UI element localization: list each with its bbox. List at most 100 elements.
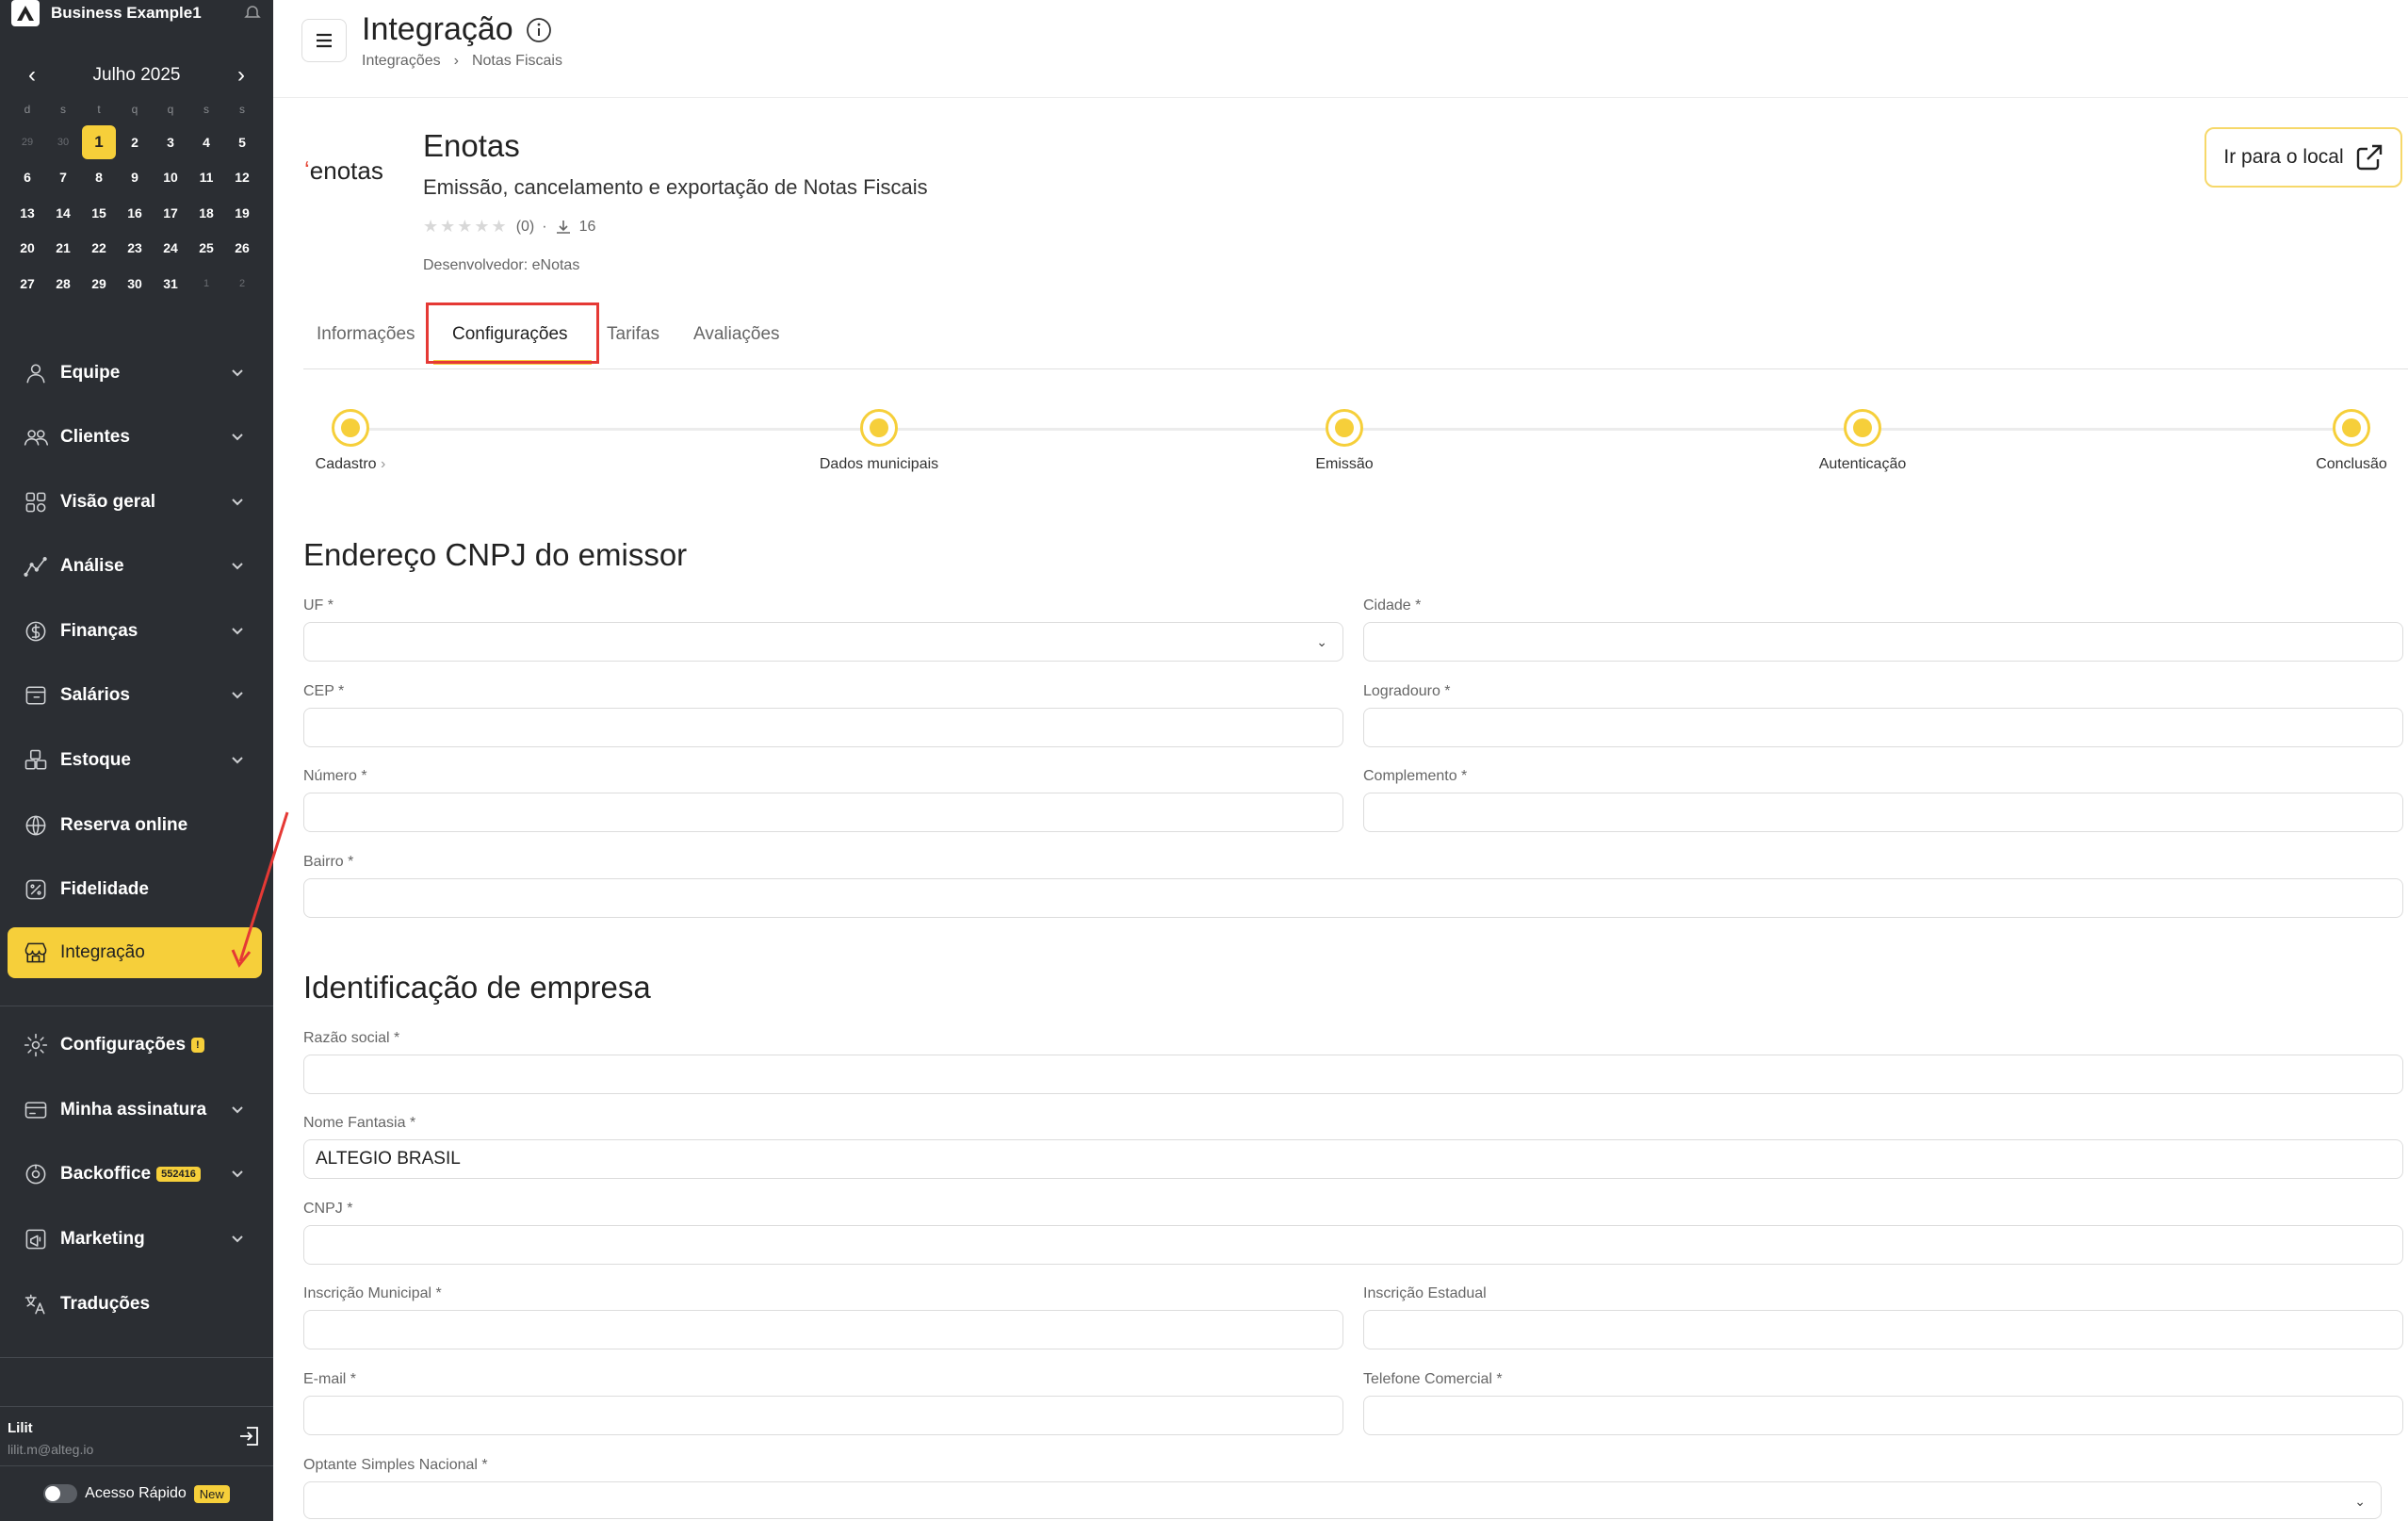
step-dados-municipais[interactable]: Dados municipais: [785, 403, 973, 473]
calendar-day[interactable]: 29: [81, 266, 117, 302]
calendar-day[interactable]: 23: [117, 231, 153, 267]
step-emissao[interactable]: Emissão: [1250, 403, 1439, 473]
cep-field[interactable]: [303, 708, 1343, 747]
complemento-field[interactable]: [1363, 793, 2403, 832]
chevron-down-icon: [232, 1170, 243, 1178]
inscricao-municipal-field[interactable]: [303, 1310, 1343, 1349]
calendar-day[interactable]: 31: [153, 266, 188, 302]
calendar-day[interactable]: 16: [117, 195, 153, 231]
logout-icon[interactable]: [237, 1424, 262, 1448]
cidade-field[interactable]: [1363, 622, 2403, 662]
sidebar-item-backoffice[interactable]: Backoffice 552416: [8, 1149, 262, 1200]
step-cadastro[interactable]: Cadastro ›: [256, 403, 445, 473]
megaphone-icon: [21, 1224, 51, 1254]
bell-icon[interactable]: [243, 4, 262, 23]
sidebar-item-analise[interactable]: Análise: [8, 541, 262, 592]
chart-icon: [21, 551, 51, 581]
sidebar-item-estoque[interactable]: Estoque: [8, 735, 262, 786]
calendar-day[interactable]: 17: [153, 195, 188, 231]
sidebar-item-integracao[interactable]: Integração: [8, 927, 262, 978]
sidebar-item-minha-assinatura[interactable]: Minha assinatura: [8, 1085, 262, 1136]
calendar-day[interactable]: 13: [9, 195, 45, 231]
calendar-day[interactable]: 1: [188, 266, 224, 302]
calendar-day[interactable]: 29: [9, 124, 45, 160]
menu-toggle-button[interactable]: [301, 19, 347, 62]
tab-avaliacoes[interactable]: Avaliações: [693, 324, 780, 345]
calendar-day[interactable]: 19: [224, 195, 260, 231]
business-switcher[interactable]: Business Example1: [11, 0, 262, 26]
sidebar-item-visao-geral[interactable]: Visão geral: [8, 477, 262, 528]
calendar-day[interactable]: 2: [224, 266, 260, 302]
sidebar-item-equipe[interactable]: Equipe: [8, 348, 262, 399]
calendar-day[interactable]: 30: [45, 124, 81, 160]
chevron-left-icon[interactable]: ‹: [23, 62, 41, 89]
calendar-day[interactable]: 18: [188, 195, 224, 231]
sidebar-item-financas[interactable]: Finanças: [8, 606, 262, 657]
breadcrumb-integracoes[interactable]: Integrações: [362, 53, 441, 70]
cnpj-field[interactable]: [303, 1225, 2403, 1265]
weekday-label: d: [24, 103, 31, 116]
sidebar-item-label: Marketing: [60, 1229, 145, 1249]
calendar-day[interactable]: 14: [45, 195, 81, 231]
calendar-day[interactable]: 10: [153, 160, 188, 196]
sidebar-item-configuracoes[interactable]: Configurações!: [8, 1020, 262, 1071]
calendar-day[interactable]: 28: [45, 266, 81, 302]
telefone-field[interactable]: [1363, 1396, 2403, 1435]
razao-social-field[interactable]: [303, 1055, 2403, 1094]
sidebar-item-salarios[interactable]: Salários: [8, 670, 262, 721]
info-icon[interactable]: [526, 17, 552, 43]
email-label: E-mail *: [303, 1371, 357, 1387]
bairro-field[interactable]: [303, 878, 2403, 918]
calendar-day[interactable]: 4: [188, 124, 224, 160]
quick-access-label: Acesso Rápido: [85, 1485, 187, 1501]
calendar-day[interactable]: 5: [224, 124, 260, 160]
sidebar-item-fidelidade[interactable]: Fidelidade: [8, 864, 262, 915]
quick-access-toggle[interactable]: [43, 1484, 78, 1503]
chevron-right-icon[interactable]: ›: [232, 62, 251, 89]
sidebar-item-label: Backoffice: [60, 1164, 152, 1184]
sidebar-item-traducoes[interactable]: Traduções: [8, 1279, 262, 1330]
bairro-label: Bairro *: [303, 854, 354, 870]
calendar-day[interactable]: 7: [45, 160, 81, 196]
boxes-icon: [21, 745, 51, 776]
sidebar-item-reserva-online[interactable]: Reserva online: [8, 800, 262, 851]
simples-nacional-select[interactable]: ⌄: [303, 1481, 2382, 1519]
numero-field[interactable]: [303, 793, 1343, 832]
calendar-day[interactable]: 22: [81, 231, 117, 267]
calendar-day[interactable]: 9: [117, 160, 153, 196]
calendar-day[interactable]: 12: [224, 160, 260, 196]
users-icon: [21, 422, 51, 452]
step-conclusao[interactable]: Conclusão: [2257, 403, 2408, 473]
sidebar-item-label: Salários: [60, 685, 130, 705]
calendar-day[interactable]: 26: [224, 231, 260, 267]
calendar-day[interactable]: 8: [81, 160, 117, 196]
go-to-location-button[interactable]: Ir para o local: [2205, 127, 2402, 188]
calendar-day[interactable]: 15: [81, 195, 117, 231]
calendar-day[interactable]: 27: [9, 266, 45, 302]
calendar-day[interactable]: 25: [188, 231, 224, 267]
inscricao-estadual-field[interactable]: [1363, 1310, 2403, 1349]
calendar-day[interactable]: 11: [188, 160, 224, 196]
chevron-down-icon: [232, 369, 243, 377]
calendar-day[interactable]: 30: [117, 266, 153, 302]
logradouro-field[interactable]: [1363, 708, 2403, 747]
uf-select[interactable]: ⌄: [303, 622, 1343, 662]
calendar-day[interactable]: 24: [153, 231, 188, 267]
sidebar-item-marketing[interactable]: Marketing: [8, 1214, 262, 1265]
calendar-day[interactable]: 3: [153, 124, 188, 160]
tab-informacoes[interactable]: Informações: [317, 324, 415, 345]
calendar-day[interactable]: 1: [81, 124, 117, 160]
tab-tarifas[interactable]: Tarifas: [607, 324, 659, 345]
sidebar-item-clientes[interactable]: Clientes: [8, 412, 262, 463]
calendar-day[interactable]: 21: [45, 231, 81, 267]
calendar-day[interactable]: 6: [9, 160, 45, 196]
gear-icon: [21, 1030, 51, 1060]
chevron-down-icon: ⌄: [1316, 634, 1327, 649]
dial-icon: [21, 1159, 51, 1189]
calendar-day[interactable]: 20: [9, 231, 45, 267]
company-section-title: Identificação de empresa: [303, 970, 651, 1005]
calendar-day[interactable]: 2: [117, 124, 153, 160]
email-field[interactable]: [303, 1396, 1343, 1435]
step-autenticacao[interactable]: Autenticação: [1768, 403, 1957, 473]
nome-fantasia-field[interactable]: ALTEGIO BRASIL: [303, 1139, 2403, 1179]
